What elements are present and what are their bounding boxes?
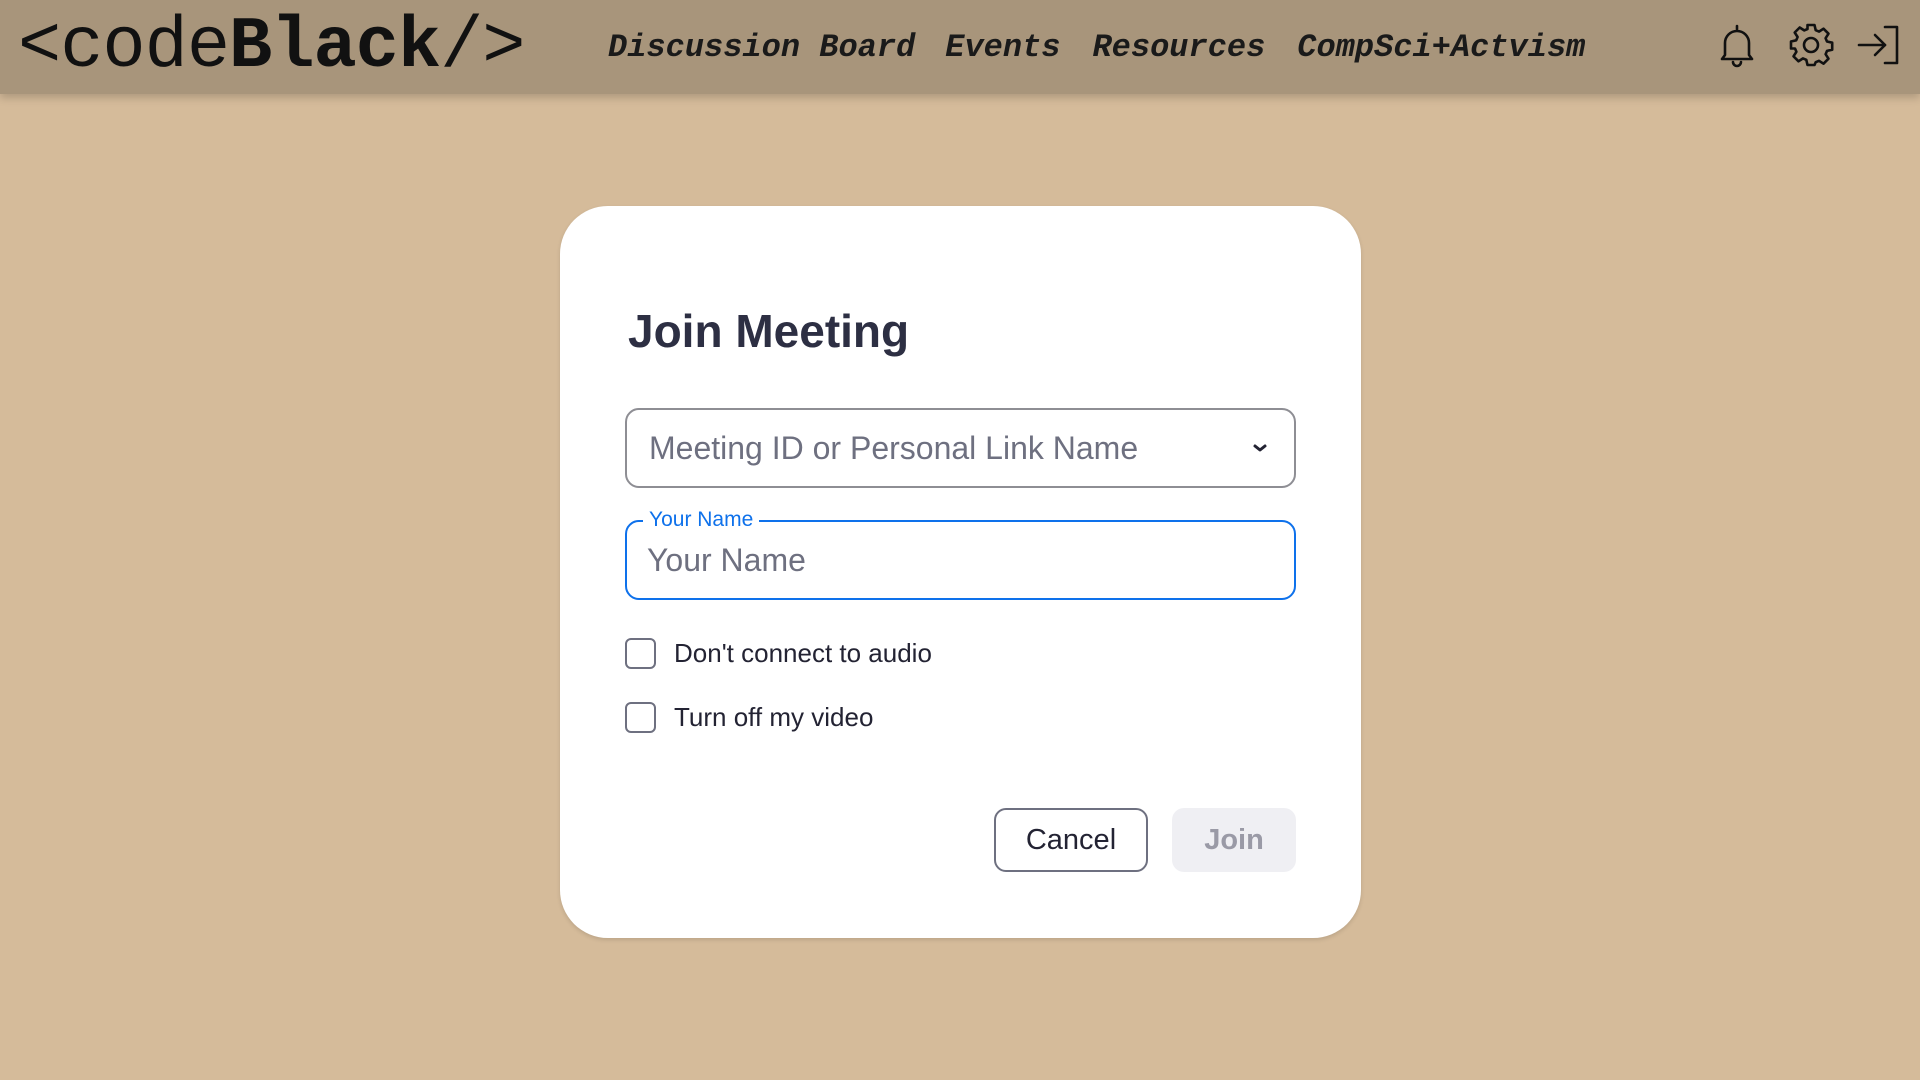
nav-link-discussion-board[interactable]: Discussion Board <box>608 29 915 66</box>
nav-link-resources[interactable]: Resources <box>1092 29 1265 66</box>
top-nav: <code Black/> Discussion Board Events Res… <box>0 0 1920 94</box>
chevron-down-icon <box>1253 444 1267 452</box>
option-no-audio[interactable]: Don't connect to audio <box>625 636 932 670</box>
nav-link-compsci-activism[interactable]: CompSci+Actvism <box>1297 29 1585 66</box>
no-audio-checkbox[interactable] <box>625 637 656 669</box>
sign-in-icon <box>1857 25 1899 65</box>
video-off-label: Turn off my video <box>674 701 874 732</box>
video-off-checkbox[interactable] <box>625 701 656 733</box>
settings-button[interactable] <box>1784 18 1838 72</box>
nav-links: Discussion Board Events Resources CompSc… <box>608 0 1585 94</box>
logo-suffix: /> <box>440 6 525 88</box>
gear-icon <box>1789 23 1834 67</box>
your-name-input[interactable] <box>647 522 1267 598</box>
logo-bold-text: Black <box>229 6 441 88</box>
join-button[interactable]: Join <box>1172 808 1296 872</box>
bell-icon <box>1720 24 1754 68</box>
logo-prefix: <code <box>18 6 230 88</box>
option-video-off[interactable]: Turn off my video <box>625 700 873 734</box>
your-name-field: Your Name <box>625 507 1296 600</box>
sign-in-button[interactable] <box>1852 18 1906 72</box>
cancel-button[interactable]: Cancel <box>994 808 1148 872</box>
site-logo[interactable]: <code Black/> <box>18 0 526 94</box>
no-audio-label: Don't connect to audio <box>674 637 932 668</box>
notifications-button[interactable] <box>1710 18 1764 72</box>
dialog-title: Join Meeting <box>628 305 910 357</box>
nav-link-events[interactable]: Events <box>945 29 1060 66</box>
meeting-id-select[interactable]: Meeting ID or Personal Link Name <box>625 408 1296 488</box>
join-meeting-dialog: Join Meeting Meeting ID or Personal Link… <box>560 206 1361 938</box>
meeting-id-placeholder: Meeting ID or Personal Link Name <box>649 429 1139 466</box>
